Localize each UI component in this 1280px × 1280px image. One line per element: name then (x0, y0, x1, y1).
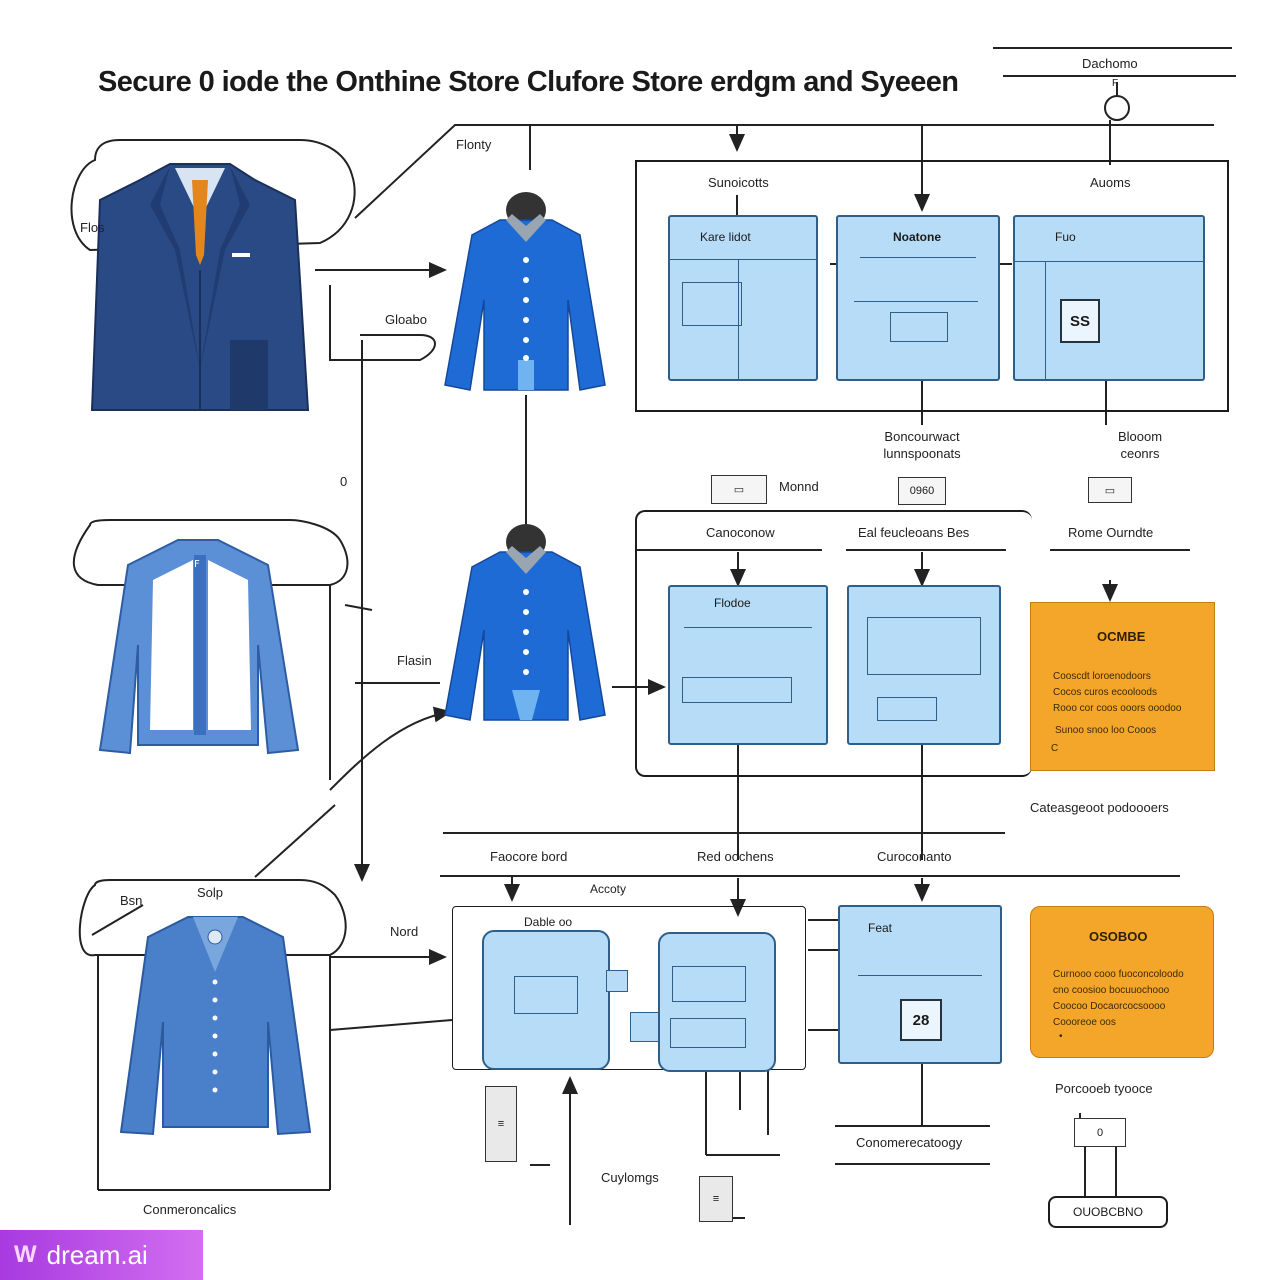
orange-box-2-line-3: Coocoo Docaorcocsoooo (1053, 1001, 1166, 1012)
panel-fuo[interactable]: Fuo SS (1013, 215, 1205, 381)
caption-mid-label: Cuylomgs (601, 1170, 659, 1185)
row3-b-label: Red oochens (697, 849, 774, 864)
section-1-left-label: Sunoicotts (708, 175, 769, 190)
bottom-bar-label: Conomerecatoogy (856, 1135, 963, 1150)
blue-shirt-mid-icon (444, 524, 606, 721)
panel-dable-title: Dable oo (524, 915, 573, 929)
grow-label: Gloabo (385, 312, 427, 327)
watermark-mark: W (14, 1241, 37, 1268)
row3-a-label: Faocore bord (490, 849, 568, 864)
badge-b2: 0 (1074, 1118, 1126, 1147)
category-label: Cateasgeoot podoooers (1030, 800, 1169, 815)
orange-box-1-line-4: Sunoo snoo loo Cooos (1055, 725, 1157, 736)
suit-jacket-icon (90, 163, 310, 411)
top-right-f-label: F (1112, 78, 1119, 89)
caption-left-label: Conmeroncalics (143, 1202, 237, 1217)
orange-box-1-line-2: Cocos curos ecooloods (1053, 687, 1157, 698)
panel-form[interactable] (847, 585, 1001, 745)
bottom-left-b-label: Solp (197, 885, 224, 900)
panel-stack[interactable] (658, 932, 776, 1072)
connector-mid-label: Boncourwact lunnspoonats (883, 429, 961, 461)
orange-box-2-line-4: Coooreoe oos (1053, 1017, 1116, 1028)
section-2-a-label: Canoconow (706, 525, 775, 540)
top-right-label: Dachomo (1082, 56, 1138, 71)
bottom-pill[interactable]: OUOBCBNO (1048, 1196, 1168, 1228)
circle-mark-label: 0 (340, 474, 348, 489)
page-title: Secure 0 iode the Onthine Store Clufore … (98, 66, 959, 98)
orange-box-1[interactable]: OCMBE Cooscdt loroenodoors Cocos curos e… (1030, 602, 1215, 771)
orange-box-1-line-3: Rooo cor coos ooors ooodoo (1053, 703, 1182, 714)
section-1-right-label: Auoms (1090, 175, 1131, 190)
badge-b1: 0960 (898, 477, 946, 505)
monitor-icon: ▭ (711, 475, 767, 504)
connector-block-1 (606, 970, 628, 992)
watermark-logo: W dream.ai (0, 1230, 203, 1280)
orange-box-2-line-1: Curnooo cooo fuoconcoloodo (1053, 969, 1184, 980)
bottom-mid-label: Nord (390, 924, 419, 939)
panel-dable[interactable]: Dable oo (482, 915, 610, 1070)
panel-feat[interactable]: Feat 28 (838, 905, 1002, 1064)
monitor-label: Monnd (779, 479, 819, 494)
panel-fuo-badge: SS (1060, 299, 1100, 343)
panel-kare-title: Kare lidot (700, 230, 751, 244)
connector-right-label: Blooom ceonrs (1117, 429, 1163, 461)
panel-feat-badge: 28 (900, 999, 942, 1041)
blue-shirt-top-icon (444, 192, 606, 391)
button-blazer-icon (119, 916, 312, 1136)
suit-tag-label: Flos (80, 220, 105, 235)
orange-box-2-title: OSOBOO (1089, 929, 1148, 944)
flow-top-label: Flonty (456, 137, 492, 152)
orange-box-2-line-2: cno coosioo bocuuochooo (1053, 985, 1170, 996)
document-icon-2: ≡ (699, 1176, 733, 1222)
orange-box-1-title: OCMBE (1097, 629, 1146, 644)
bottom-left-a-label: Bsn (120, 893, 143, 908)
row3-small-label: Accoty (590, 882, 627, 896)
row3-c-label: Curoconanto (877, 849, 952, 864)
panel-noatone[interactable]: Noatone (836, 215, 1000, 381)
panel-flodoe[interactable]: Flodoe (668, 585, 828, 745)
panel-fuo-title: Fuo (1055, 230, 1076, 244)
panel-kare[interactable]: Kare lidot (668, 215, 818, 381)
orange-box-1-line-1: Cooscdt loroenodoors (1053, 671, 1151, 682)
section-2-b-label: Eal feucleoans Bes (858, 525, 970, 540)
device-icon: ▭ (1088, 477, 1132, 503)
white-blue-jacket-icon: F (98, 539, 300, 755)
mid-left-label: Flasin (397, 653, 432, 668)
bottom-right-label: Porcooeb tyooce (1055, 1081, 1153, 1096)
panel-flodoe-title: Flodoe (714, 596, 751, 610)
document-icon-1: ≡ (485, 1086, 517, 1162)
orange-box-1-line-5: C (1051, 743, 1059, 754)
panel-noatone-title: Noatone (893, 230, 941, 244)
watermark-text: dream.ai (46, 1239, 148, 1270)
orange-box-2-line-5: • (1059, 1031, 1063, 1042)
svg-text:F: F (194, 559, 200, 570)
section-2-c-label: Rome Ourndte (1068, 525, 1154, 540)
orange-box-2[interactable]: OSOBOO Curnooo cooo fuoconcoloodo cno co… (1030, 906, 1214, 1058)
panel-feat-title: Feat (868, 921, 893, 935)
